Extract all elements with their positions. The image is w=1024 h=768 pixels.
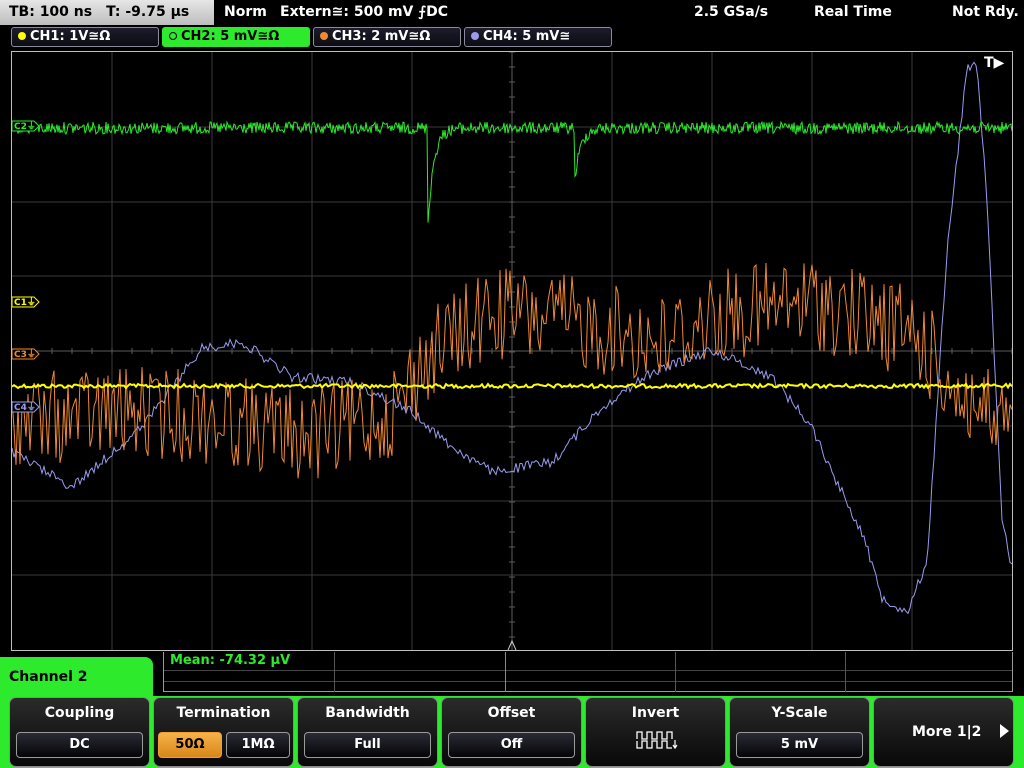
ch4-dot-icon: [471, 32, 479, 40]
trigger-source[interactable]: Extern≅: 500 mV ⨍DC: [280, 0, 448, 25]
mean-measurement[interactable]: Mean: -74.32 µV: [170, 653, 290, 668]
coupling-softkey[interactable]: Coupling DC: [9, 697, 150, 767]
bandwidth-value[interactable]: Full: [304, 732, 431, 758]
ch3-ground-marker[interactable]: C3⏚: [12, 348, 40, 360]
meas-divider-h2: [164, 681, 1012, 682]
ch1-ground-marker[interactable]: C1⏚: [12, 296, 40, 308]
ch3-marker-label: C3⏚: [14, 349, 36, 360]
tab-ch2-label: CH2: 5 mV≅Ω: [181, 29, 280, 44]
ch1-marker-label: C1⏚: [14, 297, 36, 308]
termination-1mohm-option[interactable]: 1MΩ: [226, 732, 290, 758]
meas-divider: [334, 652, 335, 692]
invert-softkey[interactable]: Invert: [585, 697, 726, 767]
ready-state: Not Rdy.: [952, 4, 1019, 20]
menu-title: Channel 2: [0, 657, 153, 699]
yscale-value[interactable]: 5 mV: [736, 732, 863, 758]
status-bar: TB: 100 ns T: -9.75 µs Norm Extern≅: 500 …: [0, 0, 1024, 25]
bandwidth-title: Bandwidth: [325, 705, 410, 721]
yscale-softkey[interactable]: Y-Scale 5 mV: [729, 697, 870, 767]
ch4-marker-label: C4⏚: [14, 402, 36, 413]
termination-softkey[interactable]: Termination 50Ω 1MΩ: [153, 697, 294, 767]
meas-center-divider: [505, 652, 506, 692]
measurement-panel: Mean: -74.32 µV: [163, 652, 1013, 692]
trigger-position-marker[interactable]: T▶: [984, 55, 1005, 71]
tab-ch1[interactable]: CH1: 1V≅Ω: [11, 27, 159, 47]
sample-rate: 2.5 GSa/s: [694, 4, 769, 20]
meas-divider-h1: [164, 670, 1012, 671]
coupling-value[interactable]: DC: [16, 732, 143, 758]
tab-ch3-label: CH3: 2 mV≅Ω: [332, 29, 431, 44]
graticule: [12, 52, 1012, 650]
bandwidth-softkey[interactable]: Bandwidth Full: [297, 697, 438, 767]
ch3-dot-icon: [320, 32, 328, 40]
tab-ch2[interactable]: CH2: 5 mV≅Ω: [162, 27, 310, 47]
trigger-time-readout: T: -9.75 µs: [106, 4, 190, 20]
acquire-mode: Real Time: [814, 4, 892, 20]
timebase-box[interactable]: TB: 100 ns T: -9.75 µs: [0, 0, 214, 25]
meas-divider: [845, 652, 846, 692]
timebase-readout: TB: 100 ns: [9, 4, 93, 20]
invert-title: Invert: [631, 705, 680, 721]
more-softkey[interactable]: More 1|2: [873, 697, 1014, 767]
tab-ch4[interactable]: CH4: 5 mV≅: [464, 27, 612, 47]
tab-ch3[interactable]: CH3: 2 mV≅Ω: [313, 27, 461, 47]
right-arrow-icon: [1000, 724, 1009, 738]
coupling-title: Coupling: [44, 705, 115, 721]
tab-ch4-label: CH4: 5 mV≅: [483, 29, 571, 44]
termination-50ohm-option[interactable]: 50Ω: [158, 732, 222, 758]
trigger-mode[interactable]: Norm: [224, 0, 267, 25]
offset-softkey[interactable]: Offset Off: [441, 697, 582, 767]
waveform-display[interactable]: C2⏚ C1⏚ C3⏚ C4⏚ T▶: [11, 51, 1013, 651]
yscale-title: Y-Scale: [771, 705, 828, 721]
offset-title: Offset: [487, 705, 536, 721]
tab-ch1-label: CH1: 1V≅Ω: [30, 29, 111, 44]
invert-waveform-icon: [636, 731, 678, 750]
ch2-marker-label: C2⏚: [14, 121, 36, 132]
meas-divider: [675, 652, 676, 692]
offset-value[interactable]: Off: [448, 732, 575, 758]
termination-title: Termination: [176, 705, 271, 721]
waveform-canvas: C2⏚ C1⏚ C3⏚ C4⏚ T▶: [12, 52, 1012, 650]
ch2-dot-icon: [169, 32, 177, 40]
ch1-dot-icon: [18, 32, 26, 40]
ch4-ground-marker[interactable]: C4⏚: [12, 401, 40, 413]
more-label: More 1|2: [912, 724, 982, 740]
ch2-ground-marker[interactable]: C2⏚: [12, 120, 40, 132]
